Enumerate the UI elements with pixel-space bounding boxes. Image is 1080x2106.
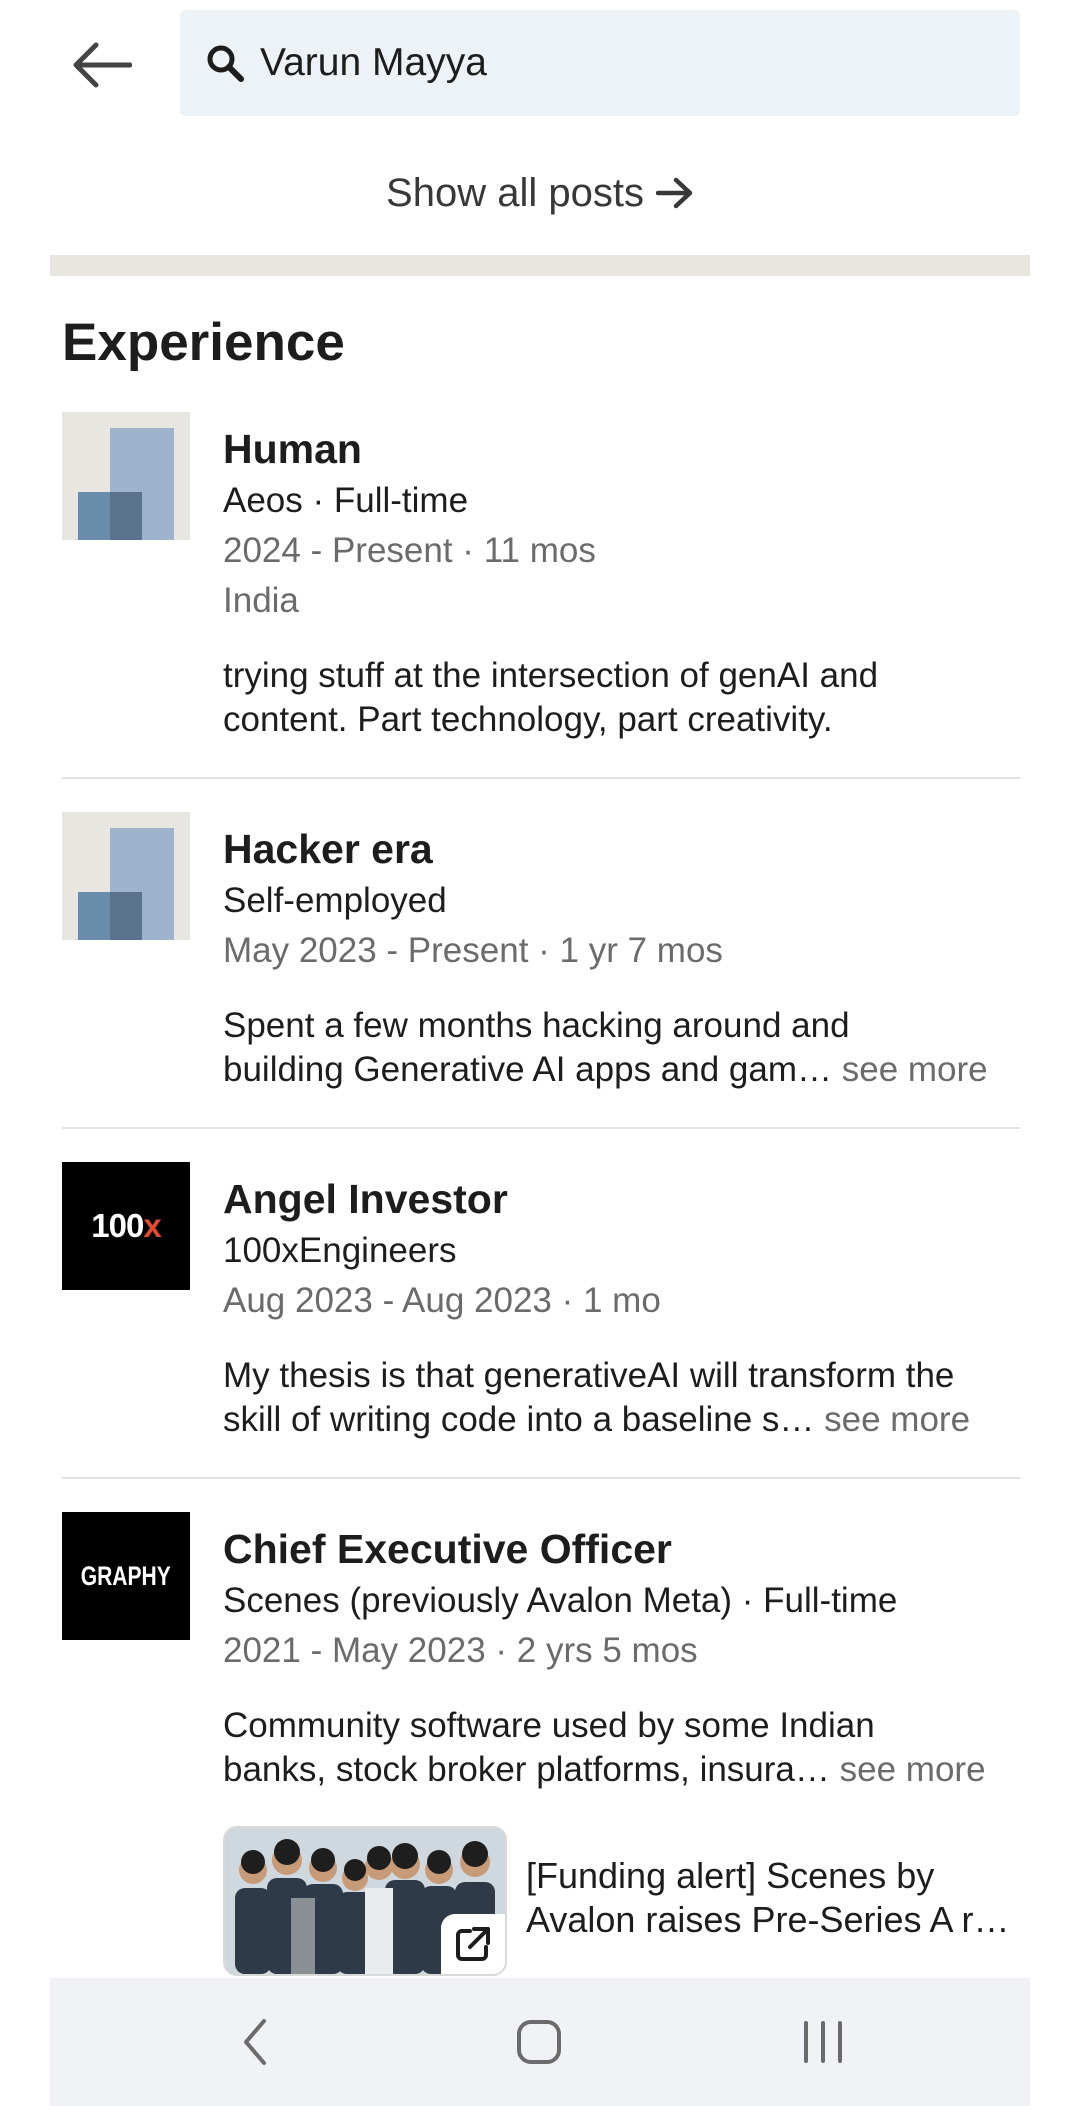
description-text: banks, stock broker platforms, insura… xyxy=(223,1750,830,1789)
experience-description: trying stuff at the intersection of genA… xyxy=(223,654,1023,742)
experience-item[interactable]: Human Aeos · Full-time 2024 - Present · … xyxy=(62,412,1020,742)
media-thumbnail xyxy=(223,1826,507,1976)
search-bar[interactable] xyxy=(180,10,1020,116)
experience-title: Hacker era xyxy=(223,826,433,872)
experience-company: 100xEngineers xyxy=(223,1231,457,1270)
top-bar xyxy=(0,0,1080,130)
back-button[interactable] xyxy=(60,28,144,102)
experience-description: Spent a few months hacking around and bu… xyxy=(223,1004,1023,1092)
back-arrow-icon xyxy=(73,42,132,88)
see-more-link[interactable]: see more xyxy=(842,1050,988,1089)
100x-engineers-logo: 100 x xyxy=(62,1162,190,1290)
item-separator xyxy=(62,1127,1020,1129)
external-link-icon xyxy=(441,1914,505,1974)
show-all-posts-link[interactable]: Show all posts xyxy=(0,160,1080,226)
section-divider xyxy=(50,255,1030,276)
show-all-posts-label: Show all posts xyxy=(386,170,644,215)
media-title-line: Avalon raises Pre-Series A r… xyxy=(526,1899,1010,1940)
description-text: building Generative AI apps and gam… xyxy=(223,1050,832,1089)
experience-dates: May 2023 - Present · 1 yr 7 mos xyxy=(223,931,723,970)
search-icon xyxy=(202,40,248,86)
experience-company: Aeos · Full-time xyxy=(223,481,469,520)
media-title-line: [Funding alert] Scenes by xyxy=(526,1855,935,1896)
description-text: skill of writing code into a baseline s… xyxy=(223,1400,815,1439)
search-input[interactable] xyxy=(258,40,962,86)
experience-company: Self-employed xyxy=(223,881,447,920)
system-navigation-bar xyxy=(50,1978,1030,2106)
logo-text: GRAPHY xyxy=(80,1560,172,1591)
nav-home-icon xyxy=(517,2020,561,2064)
description-line: banks, stock broker platforms, insura… s… xyxy=(223,1748,1023,1792)
experience-description: Community software used by some Indian b… xyxy=(223,1704,1023,1792)
item-separator xyxy=(62,777,1020,779)
company-logo-placeholder xyxy=(62,412,190,540)
experience-title: Angel Investor xyxy=(223,1176,508,1222)
experience-company: Scenes (previously Avalon Meta) · Full-t… xyxy=(223,1581,898,1620)
nav-back-button[interactable] xyxy=(195,1978,315,2106)
experience-title: Human xyxy=(223,426,362,472)
media-title: [Funding alert] Scenes by Avalon raises … xyxy=(526,1854,1026,1942)
experience-location: India xyxy=(223,581,299,620)
company-logo-placeholder xyxy=(62,812,190,940)
experience-description: My thesis is that generativeAI will tran… xyxy=(223,1354,1023,1442)
right-arrow-icon xyxy=(655,177,694,209)
description-line: content. Part technology, part creativit… xyxy=(223,700,833,739)
nav-back-icon xyxy=(244,2019,266,2065)
media-link-card[interactable]: [Funding alert] Scenes by Avalon raises … xyxy=(223,1826,1026,1976)
experience-item[interactable]: Hacker era Self-employed May 2023 - Pres… xyxy=(62,812,1020,1102)
graphy-logo: GRAPHY xyxy=(62,1512,190,1640)
experience-dates: 2021 - May 2023 · 2 yrs 5 mos xyxy=(223,1631,698,1670)
see-more-link[interactable]: see more xyxy=(824,1400,970,1439)
section-title: Experience xyxy=(62,313,345,372)
experience-dates: Aug 2023 - Aug 2023 · 1 mo xyxy=(223,1281,661,1320)
item-separator xyxy=(62,1477,1020,1479)
description-line: skill of writing code into a baseline s…… xyxy=(223,1398,1023,1442)
experience-title: Chief Executive Officer xyxy=(223,1526,672,1572)
logo-text: 100 xyxy=(91,1207,144,1244)
description-line: Spent a few months hacking around and xyxy=(223,1006,850,1045)
experience-dates: 2024 - Present · 11 mos xyxy=(223,531,596,570)
experience-item[interactable]: 100 x Angel Investor 100xEngineers Aug 20… xyxy=(62,1162,1020,1452)
nav-recents-icon xyxy=(804,2021,842,2063)
description-line: building Generative AI apps and gam… see… xyxy=(223,1048,1023,1092)
nav-recents-button[interactable] xyxy=(763,1978,883,2106)
description-line: trying stuff at the intersection of genA… xyxy=(223,656,879,695)
logo-text-accent: x xyxy=(143,1207,161,1244)
description-line: My thesis is that generativeAI will tran… xyxy=(223,1356,955,1395)
nav-home-button[interactable] xyxy=(479,1978,599,2106)
see-more-link[interactable]: see more xyxy=(840,1750,986,1789)
description-line: Community software used by some Indian xyxy=(223,1706,875,1745)
